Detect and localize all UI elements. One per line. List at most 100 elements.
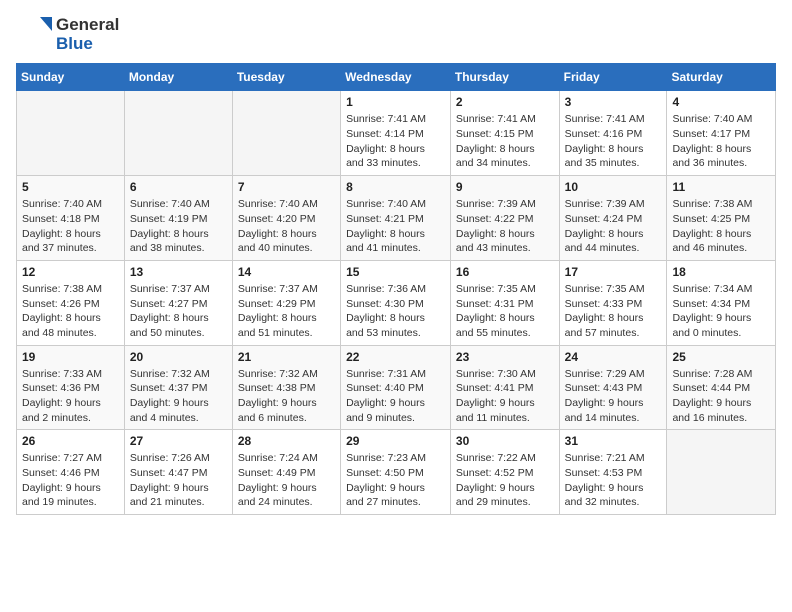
day-info: Sunrise: 7:33 AM Sunset: 4:36 PM Dayligh… [22,367,119,426]
day-number: 17 [565,265,662,279]
calendar-cell: 30 Sunrise: 7:22 AM Sunset: 4:52 PM Dayli… [450,430,559,515]
day-number: 30 [456,434,554,448]
day-number: 25 [672,350,770,364]
calendar-cell [124,91,232,176]
day-info: Sunrise: 7:28 AM Sunset: 4:44 PM Dayligh… [672,367,770,426]
calendar-week-row: 12Sunrise: 7:38 AM Sunset: 4:26 PM Dayli… [17,260,776,345]
day-info: Sunrise: 7:41 AM Sunset: 4:16 PM Dayligh… [565,112,662,171]
day-number: 16 [456,265,554,279]
day-info: Sunrise: 7:35 AM Sunset: 4:31 PM Dayligh… [456,282,554,341]
calendar-header-row: SundayMondayTuesdayWednesdayThursdayFrid… [17,64,776,91]
day-of-week-header: Sunday [17,64,125,91]
calendar-cell [17,91,125,176]
day-number: 18 [672,265,770,279]
day-info: Sunrise: 7:24 AM Sunset: 4:49 PM Dayligh… [238,451,335,510]
day-number: 28 [238,434,335,448]
calendar-cell: 1 Sunrise: 7:41 AM Sunset: 4:14 PM Daylig… [341,91,451,176]
day-number: 14 [238,265,335,279]
calendar-cell: 2 Sunrise: 7:41 AM Sunset: 4:15 PM Daylig… [450,91,559,176]
day-number: 20 [130,350,227,364]
day-number: 12 [22,265,119,279]
calendar-cell [232,91,340,176]
day-number: 27 [130,434,227,448]
day-number: 2 [456,95,554,109]
day-info: Sunrise: 7:35 AM Sunset: 4:33 PM Dayligh… [565,282,662,341]
day-info: Sunrise: 7:37 AM Sunset: 4:29 PM Dayligh… [238,282,335,341]
calendar-cell: 5 Sunrise: 7:40 AM Sunset: 4:18 PM Daylig… [17,176,125,261]
calendar-cell: 6 Sunrise: 7:40 AM Sunset: 4:19 PM Daylig… [124,176,232,261]
calendar-cell: 26Sunrise: 7:27 AM Sunset: 4:46 PM Dayli… [17,430,125,515]
calendar-cell: 8 Sunrise: 7:40 AM Sunset: 4:21 PM Daylig… [341,176,451,261]
calendar-cell: 12Sunrise: 7:38 AM Sunset: 4:26 PM Dayli… [17,260,125,345]
calendar-cell: 15 Sunrise: 7:36 AM Sunset: 4:30 PM Dayli… [341,260,451,345]
day-info: Sunrise: 7:39 AM Sunset: 4:22 PM Dayligh… [456,197,554,256]
logo: General Blue [16,16,119,53]
day-number: 21 [238,350,335,364]
day-number: 5 [22,180,119,194]
day-number: 6 [130,180,227,194]
calendar-cell: 27 Sunrise: 7:26 AM Sunset: 4:47 PM Dayli… [124,430,232,515]
day-info: Sunrise: 7:31 AM Sunset: 4:40 PM Dayligh… [346,367,445,426]
day-info: Sunrise: 7:29 AM Sunset: 4:43 PM Dayligh… [565,367,662,426]
day-number: 31 [565,434,662,448]
day-info: Sunrise: 7:40 AM Sunset: 4:18 PM Dayligh… [22,197,119,256]
calendar-cell: 28 Sunrise: 7:24 AM Sunset: 4:49 PM Dayli… [232,430,340,515]
day-number: 22 [346,350,445,364]
day-number: 3 [565,95,662,109]
day-number: 4 [672,95,770,109]
day-number: 8 [346,180,445,194]
calendar-cell: 10Sunrise: 7:39 AM Sunset: 4:24 PM Dayli… [559,176,667,261]
day-number: 24 [565,350,662,364]
calendar-cell: 3 Sunrise: 7:41 AM Sunset: 4:16 PM Daylig… [559,91,667,176]
logo-general-text: General [56,16,119,35]
calendar-cell: 25 Sunrise: 7:28 AM Sunset: 4:44 PM Dayli… [667,345,776,430]
day-info: Sunrise: 7:40 AM Sunset: 4:21 PM Dayligh… [346,197,445,256]
calendar-cell: 24 Sunrise: 7:29 AM Sunset: 4:43 PM Dayli… [559,345,667,430]
day-info: Sunrise: 7:37 AM Sunset: 4:27 PM Dayligh… [130,282,227,341]
calendar-cell: 4 Sunrise: 7:40 AM Sunset: 4:17 PM Daylig… [667,91,776,176]
calendar-cell: 17 Sunrise: 7:35 AM Sunset: 4:33 PM Dayli… [559,260,667,345]
day-info: Sunrise: 7:41 AM Sunset: 4:15 PM Dayligh… [456,112,554,171]
day-info: Sunrise: 7:40 AM Sunset: 4:17 PM Dayligh… [672,112,770,171]
day-info: Sunrise: 7:22 AM Sunset: 4:52 PM Dayligh… [456,451,554,510]
page-header: General Blue [16,16,776,53]
day-info: Sunrise: 7:26 AM Sunset: 4:47 PM Dayligh… [130,451,227,510]
day-of-week-header: Thursday [450,64,559,91]
calendar-cell: 16 Sunrise: 7:35 AM Sunset: 4:31 PM Dayli… [450,260,559,345]
calendar-cell: 11 Sunrise: 7:38 AM Sunset: 4:25 PM Dayli… [667,176,776,261]
calendar-cell: 29Sunrise: 7:23 AM Sunset: 4:50 PM Dayli… [341,430,451,515]
calendar-week-row: 1 Sunrise: 7:41 AM Sunset: 4:14 PM Daylig… [17,91,776,176]
day-info: Sunrise: 7:30 AM Sunset: 4:41 PM Dayligh… [456,367,554,426]
calendar-cell: 20 Sunrise: 7:32 AM Sunset: 4:37 PM Dayli… [124,345,232,430]
day-info: Sunrise: 7:40 AM Sunset: 4:20 PM Dayligh… [238,197,335,256]
calendar-cell: 31 Sunrise: 7:21 AM Sunset: 4:53 PM Dayli… [559,430,667,515]
day-number: 11 [672,180,770,194]
calendar-cell: 19 Sunrise: 7:33 AM Sunset: 4:36 PM Dayli… [17,345,125,430]
day-info: Sunrise: 7:38 AM Sunset: 4:25 PM Dayligh… [672,197,770,256]
day-number: 15 [346,265,445,279]
day-of-week-header: Wednesday [341,64,451,91]
day-of-week-header: Saturday [667,64,776,91]
calendar-cell: 21 Sunrise: 7:32 AM Sunset: 4:38 PM Dayli… [232,345,340,430]
day-number: 1 [346,95,445,109]
calendar-cell: 13 Sunrise: 7:37 AM Sunset: 4:27 PM Dayli… [124,260,232,345]
day-number: 7 [238,180,335,194]
calendar-week-row: 5 Sunrise: 7:40 AM Sunset: 4:18 PM Daylig… [17,176,776,261]
day-number: 19 [22,350,119,364]
calendar-cell: 14 Sunrise: 7:37 AM Sunset: 4:29 PM Dayli… [232,260,340,345]
day-info: Sunrise: 7:40 AM Sunset: 4:19 PM Dayligh… [130,197,227,256]
day-info: Sunrise: 7:36 AM Sunset: 4:30 PM Dayligh… [346,282,445,341]
calendar-cell: 18 Sunrise: 7:34 AM Sunset: 4:34 PM Dayli… [667,260,776,345]
day-info: Sunrise: 7:32 AM Sunset: 4:37 PM Dayligh… [130,367,227,426]
day-info: Sunrise: 7:21 AM Sunset: 4:53 PM Dayligh… [565,451,662,510]
day-info: Sunrise: 7:39 AM Sunset: 4:24 PM Dayligh… [565,197,662,256]
day-info: Sunrise: 7:34 AM Sunset: 4:34 PM Dayligh… [672,282,770,341]
day-number: 26 [22,434,119,448]
day-info: Sunrise: 7:41 AM Sunset: 4:14 PM Dayligh… [346,112,445,171]
day-number: 13 [130,265,227,279]
calendar-table: SundayMondayTuesdayWednesdayThursdayFrid… [16,63,776,515]
day-info: Sunrise: 7:23 AM Sunset: 4:50 PM Dayligh… [346,451,445,510]
calendar-week-row: 26Sunrise: 7:27 AM Sunset: 4:46 PM Dayli… [17,430,776,515]
day-of-week-header: Monday [124,64,232,91]
day-info: Sunrise: 7:32 AM Sunset: 4:38 PM Dayligh… [238,367,335,426]
